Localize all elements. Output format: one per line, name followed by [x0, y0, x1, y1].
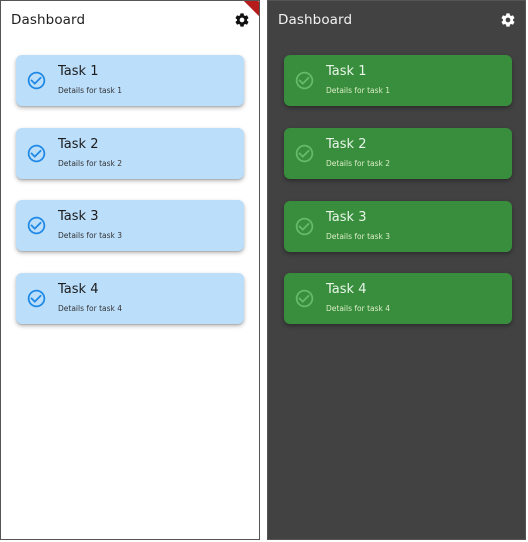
- task-details: Details for task 4: [58, 304, 123, 313]
- check-circle-icon: [27, 144, 46, 163]
- page-title: Dashboard: [11, 12, 86, 28]
- task-details: Details for task 3: [326, 232, 391, 241]
- check-circle-icon: [27, 216, 46, 235]
- dark-theme-screen: Dashboard Task 1 Details for task 1 Task…: [267, 0, 526, 540]
- task-details: Details for task 1: [58, 86, 123, 95]
- task-title: Task 1: [326, 64, 367, 79]
- task-details: Details for task 2: [58, 159, 123, 168]
- task-title: Task 3: [58, 209, 99, 224]
- task-card[interactable]: Task 1 Details for task 1: [16, 55, 244, 106]
- task-card[interactable]: Task 2 Details for task 2: [284, 128, 512, 179]
- task-details: Details for task 1: [326, 86, 391, 95]
- check-circle-icon: [27, 71, 46, 90]
- check-circle-icon: [295, 217, 314, 236]
- comparison-frame: Dashboard Task 1 Details for task 1 Task…: [0, 0, 528, 542]
- app-bar: Dashboard: [268, 1, 525, 39]
- task-card[interactable]: Task 3 Details for task 3: [16, 200, 244, 251]
- task-details: Details for task 3: [58, 231, 123, 240]
- check-circle-icon: [295, 144, 314, 163]
- task-details: Details for task 4: [326, 304, 391, 313]
- task-title: Task 2: [326, 137, 367, 152]
- task-card[interactable]: Task 1 Details for task 1: [284, 55, 512, 106]
- task-card[interactable]: Task 3 Details for task 3: [284, 201, 512, 252]
- task-card[interactable]: Task 4 Details for task 4: [16, 273, 244, 324]
- gear-icon[interactable]: [234, 12, 250, 28]
- task-details: Details for task 2: [326, 159, 391, 168]
- task-card[interactable]: Task 2 Details for task 2: [16, 128, 244, 179]
- gear-icon[interactable]: [500, 12, 516, 28]
- app-bar: Dashboard: [1, 1, 259, 39]
- task-title: Task 3: [326, 210, 367, 225]
- check-circle-icon: [295, 71, 314, 90]
- task-title: Task 2: [58, 137, 99, 152]
- page-title: Dashboard: [278, 12, 353, 28]
- task-title: Task 4: [326, 282, 367, 297]
- task-card[interactable]: Task 4 Details for task 4: [284, 273, 512, 324]
- light-theme-screen: Dashboard Task 1 Details for task 1 Task…: [0, 0, 260, 540]
- task-title: Task 1: [58, 64, 99, 79]
- check-circle-icon: [27, 289, 46, 308]
- task-title: Task 4: [58, 282, 99, 297]
- check-circle-icon: [295, 289, 314, 308]
